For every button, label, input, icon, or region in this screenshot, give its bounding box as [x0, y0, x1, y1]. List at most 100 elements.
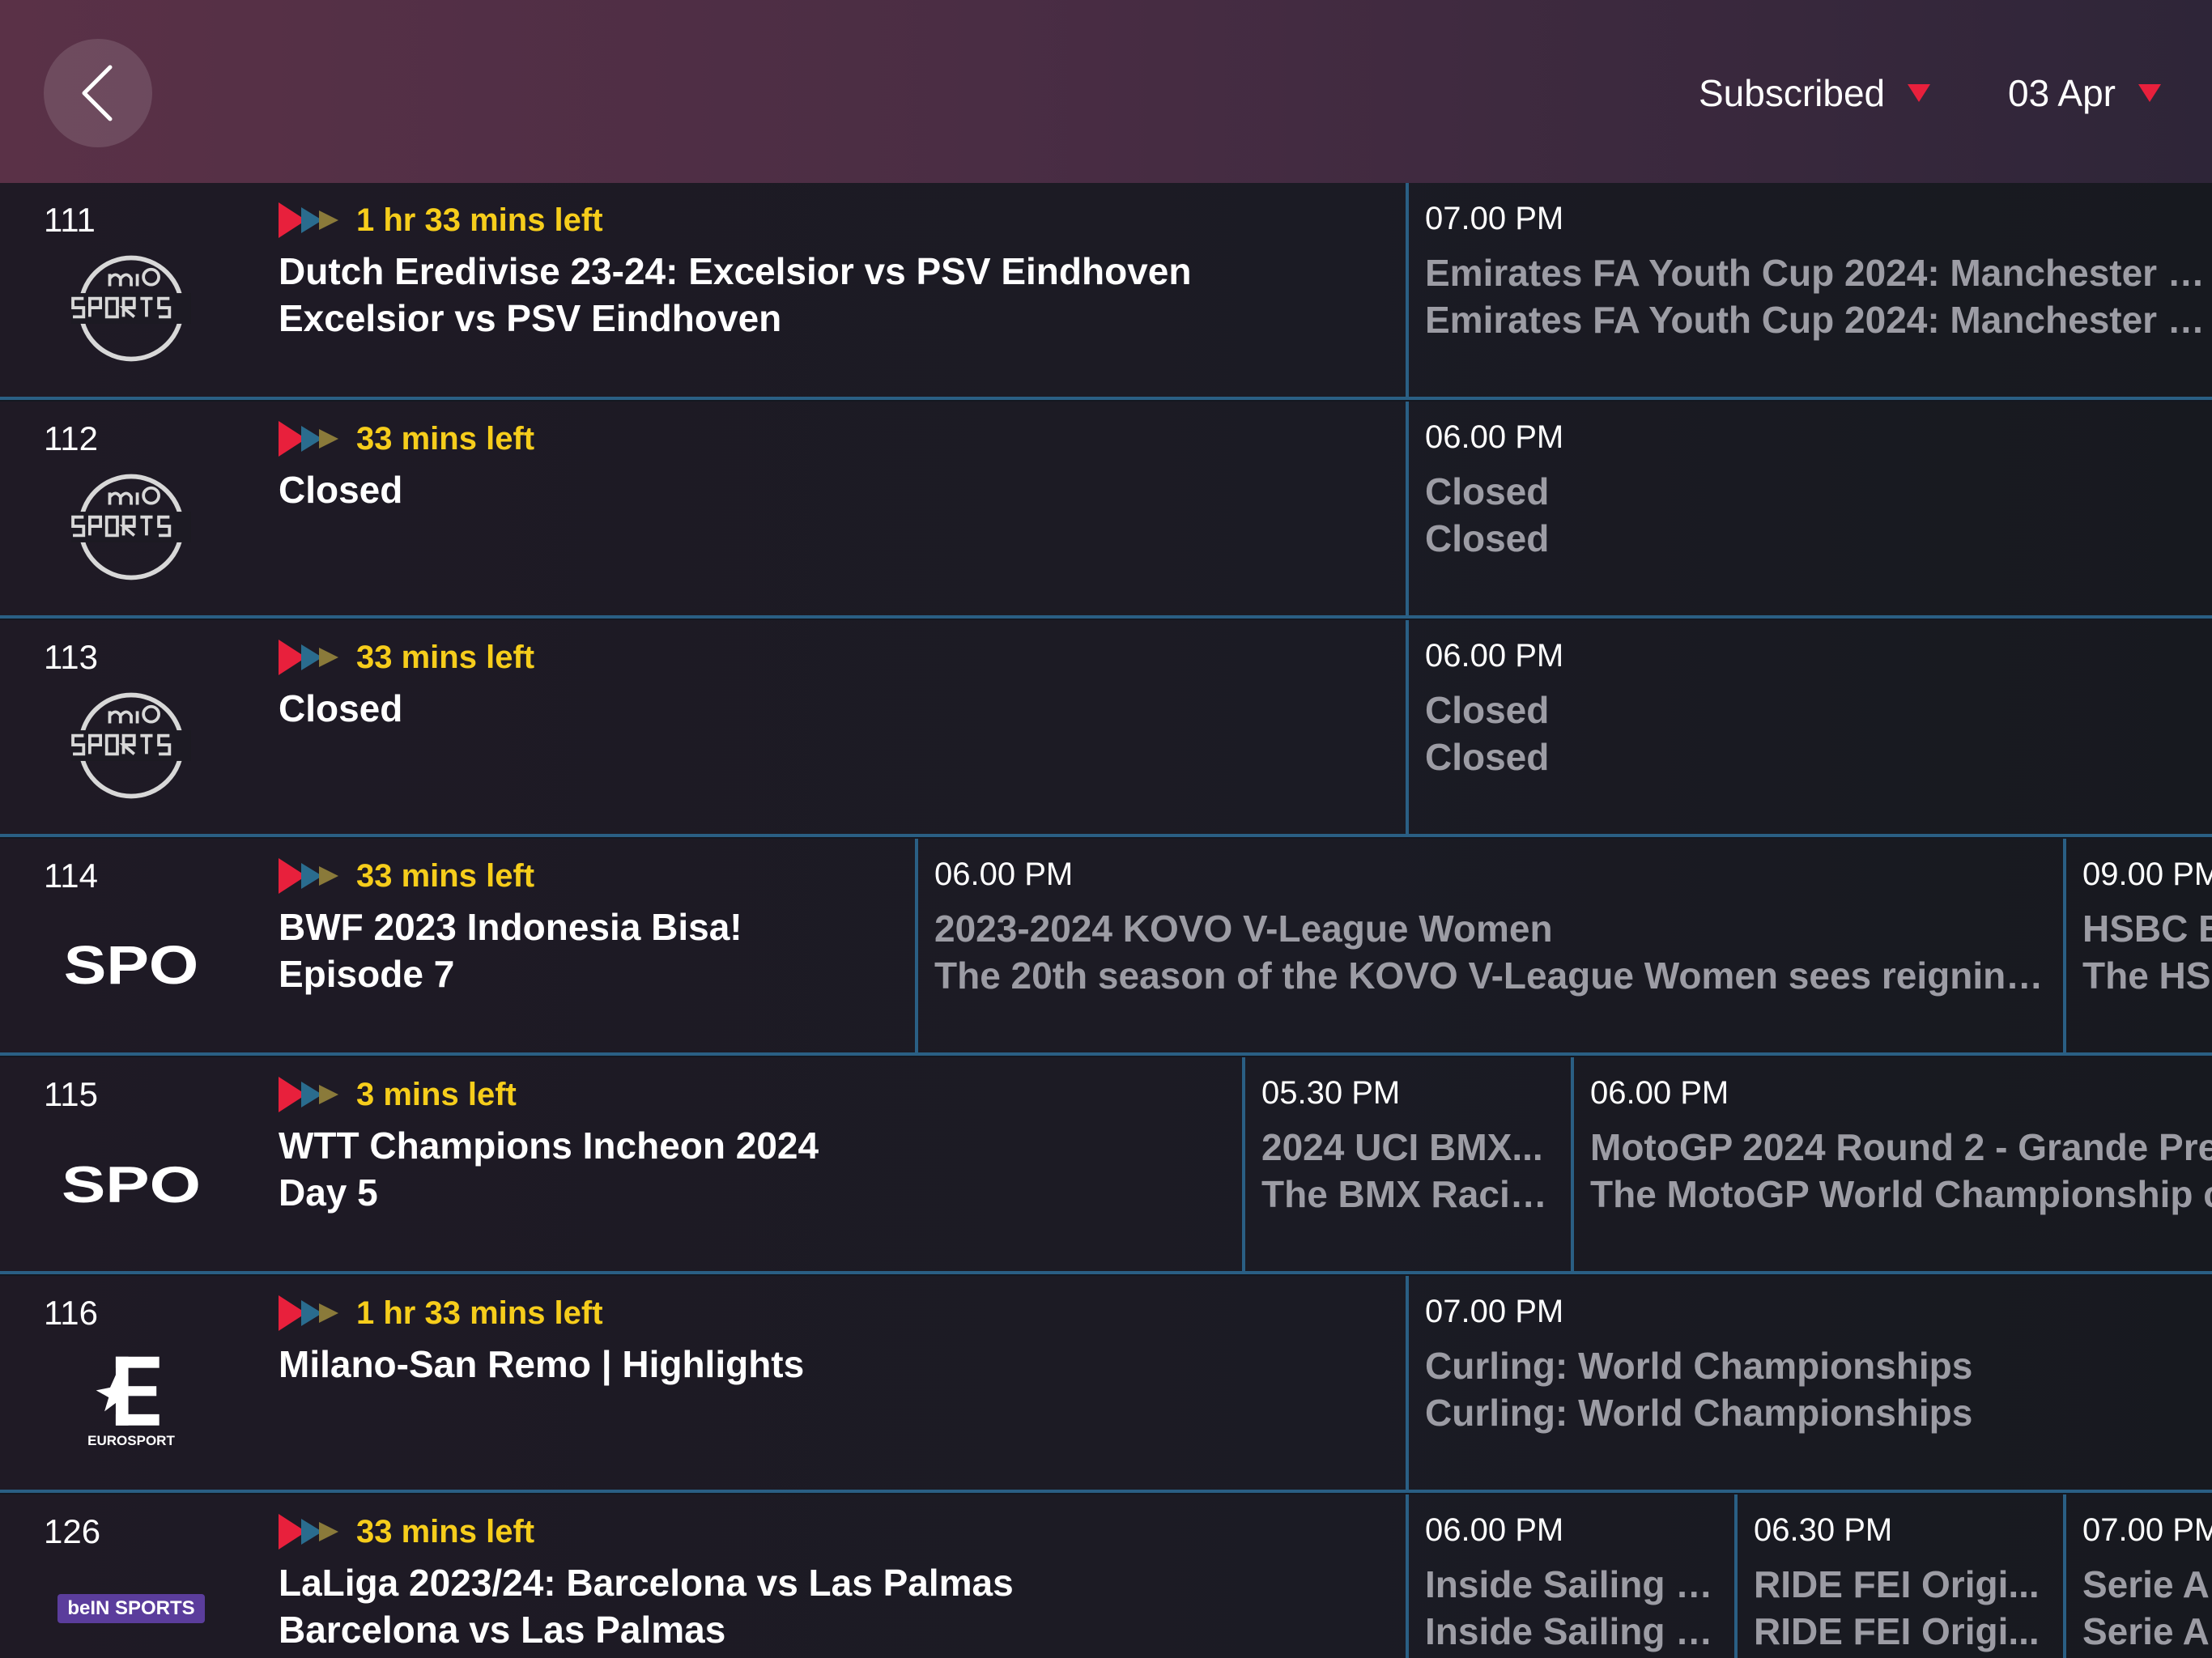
program-title: Emirates FA Youth Cup 2024: Manchester C…	[1425, 252, 2212, 294]
upcoming-program[interactable]: 06.00 PM 2023-2024 KOVO V-League Women T…	[915, 839, 2063, 1052]
channel-number: 116	[44, 1294, 98, 1332]
upcoming-program[interactable]: 07.00 PM Emirates FA Youth Cup 2024: Man…	[1406, 183, 2212, 397]
upcoming-program[interactable]: 06.00 PM Closed Closed	[1406, 402, 2212, 615]
channel-row-114[interactable]: 114 SPO 33 mins left BWF 2023 Indonesia …	[0, 839, 2212, 1056]
program-description: Closed	[1425, 736, 1550, 778]
program-description: Inside Sailing 2...	[1425, 1610, 1725, 1652]
program-description: RIDE FEI Origi...	[1754, 1610, 2040, 1652]
program-title: Dutch Eredivise 23-24: Excelsior vs PSV …	[279, 250, 1192, 292]
now-playing[interactable]: 33 mins left Closed	[279, 416, 534, 513]
dropdown-triangle-icon	[1908, 84, 1931, 102]
program-time: 09.00 PM	[2082, 857, 2212, 892]
filter-dropdown[interactable]: Subscribed	[1699, 65, 1931, 121]
program-subtitle: Barcelona vs Las Palmas	[279, 1609, 726, 1651]
channel-number: 114	[44, 857, 98, 895]
date-dropdown[interactable]: 03 Apr	[2008, 65, 2161, 121]
chevron-left-icon	[82, 65, 113, 121]
now-playing[interactable]: 33 mins left LaLiga 2023/24: Barcelona v…	[279, 1509, 1014, 1653]
filter-dropdown-label: Subscribed	[1699, 72, 1886, 114]
time-left: 33 mins left	[356, 639, 535, 675]
live-arrows-icon	[279, 1514, 338, 1550]
channel-number: 115	[44, 1075, 98, 1113]
eurosport-logo-text: EUROSPORT	[87, 1433, 175, 1448]
time-left: 33 mins left	[356, 1513, 535, 1550]
program-title: Milano-San Remo | Highlights	[279, 1343, 805, 1385]
live-arrows-icon	[279, 858, 338, 894]
program-description: Curling: World Championships	[1425, 1392, 1973, 1434]
svg-text:SPO: SPO	[62, 1157, 201, 1213]
channel-row-126[interactable]: 126 beIN SPORTS 33 mins left LaLiga 2023…	[0, 1494, 2212, 1658]
live-arrows-icon	[279, 1077, 338, 1112]
channel-logo-spotv2: SPO	[47, 1122, 215, 1244]
now-playing[interactable]: 1 hr 33 mins left Milano-San Remo | High…	[279, 1290, 804, 1388]
now-playing[interactable]: 33 mins left BWF 2023 Indonesia Bisa! Ep…	[279, 853, 742, 997]
now-playing[interactable]: 1 hr 33 mins left Dutch Eredivise 23-24:…	[279, 198, 1191, 342]
upcoming-program[interactable]: 07.00 PM Curling: World Championships Cu…	[1406, 1276, 2212, 1490]
channel-logo-bein-sports: beIN SPORTS	[47, 1572, 215, 1645]
program-title: Closed	[1425, 470, 1550, 512]
mio-sports-logo-icon	[71, 692, 191, 799]
program-time: 06.00 PM	[934, 857, 1074, 892]
upcoming-program[interactable]: 06.00 PM Inside Sailing 2... Inside Sail…	[1406, 1494, 1734, 1658]
channel-row-116[interactable]: 116 EUROSPORT 1 hr 33 mins left Milano-S…	[0, 1276, 2212, 1493]
channel-number: 126	[44, 1512, 101, 1550]
program-title: BWF 2023 Indonesia Bisa!	[279, 906, 742, 948]
program-title: RIDE FEI Origi...	[1754, 1563, 2040, 1605]
program-time: 07.00 PM	[2082, 1512, 2212, 1548]
channel-row-115[interactable]: 115 SPO 3 mins left WTT Champions Incheo…	[0, 1057, 2212, 1274]
live-arrows-icon	[279, 1295, 338, 1331]
upcoming-program[interactable]: 06.00 PM MotoGP 2024 Round 2 - Grande Pr…	[1571, 1057, 2212, 1271]
program-time: 06.00 PM	[1590, 1075, 1729, 1111]
upcoming-program[interactable]: 06.00 PM Closed Closed	[1406, 620, 2212, 834]
program-time: 06.30 PM	[1754, 1512, 1893, 1548]
channel-row-113[interactable]: 113 33 mins left Closed 06.00 PM Closed …	[0, 620, 2212, 837]
svg-text:SPO: SPO	[64, 936, 198, 994]
program-title: WTT Champions Incheon 2024	[279, 1124, 819, 1167]
time-left: 1 hr 33 mins left	[356, 202, 603, 238]
program-subtitle: Day 5	[279, 1171, 378, 1214]
program-subtitle: Excelsior vs PSV Eindhoven	[279, 297, 782, 339]
program-description: The 20th season of the KOVO V-League Wom…	[934, 954, 2052, 997]
program-time: 06.00 PM	[1425, 638, 1564, 674]
time-left: 33 mins left	[356, 857, 535, 894]
channel-row-111[interactable]: 111 1 hr 33 mins left Dutch Eredivise 23…	[0, 183, 2212, 400]
program-description: The BMX Racin...	[1261, 1173, 1561, 1215]
upcoming-program[interactable]: 06.30 PM RIDE FEI Origi... RIDE FEI Orig…	[1734, 1494, 2063, 1658]
spotv2-logo-icon: SPO	[62, 1157, 201, 1213]
program-time: 05.30 PM	[1261, 1075, 1401, 1111]
date-dropdown-label: 03 Apr	[2008, 72, 2116, 114]
channel-number: 112	[44, 419, 98, 457]
spotv-logo-icon: SPO	[64, 936, 198, 994]
program-title: 2024 UCI BMX...	[1261, 1126, 1543, 1168]
upcoming-program[interactable]: 07.00 PM Serie A Serie A	[2063, 1494, 2212, 1658]
channel-logo-eurosport: EUROSPORT	[47, 1341, 215, 1462]
channel-logo-mio-sports	[47, 685, 215, 806]
time-left: 3 mins left	[356, 1076, 517, 1112]
program-title: Inside Sailing 2...	[1425, 1563, 1725, 1605]
program-title: MotoGP 2024 Round 2 - Grande Prem	[1590, 1126, 2212, 1168]
upcoming-program[interactable]: 09.00 PM HSBC B The HSE	[2063, 839, 2212, 1052]
channel-row-112[interactable]: 112 33 mins left Closed 06.00 PM Closed …	[0, 402, 2212, 619]
top-bar: Subscribed 03 Apr	[0, 0, 2212, 183]
program-description: Closed	[1425, 517, 1550, 559]
live-arrows-icon	[279, 421, 338, 457]
channel-logo-spotv: SPO	[47, 903, 215, 1025]
live-arrows-icon	[279, 202, 338, 238]
channel-logo-mio-sports	[47, 466, 215, 588]
channel-logo-mio-sports	[47, 248, 215, 369]
program-subtitle: Episode 7	[279, 953, 455, 995]
time-left: 1 hr 33 mins left	[356, 1295, 603, 1331]
channel-number: 113	[44, 638, 98, 676]
upcoming-program[interactable]: 05.30 PM 2024 UCI BMX... The BMX Racin..…	[1242, 1057, 1571, 1271]
program-time: 07.00 PM	[1425, 201, 1564, 236]
now-playing[interactable]: 3 mins left WTT Champions Incheon 2024 D…	[279, 1072, 819, 1216]
back-button[interactable]	[44, 39, 152, 147]
program-title: Serie A	[2082, 1563, 2210, 1605]
program-title: LaLiga 2023/24: Barcelona vs Las Palmas	[279, 1562, 1014, 1604]
program-description: The MotoGP World Championship cr	[1590, 1173, 2212, 1215]
program-time: 07.00 PM	[1425, 1294, 1564, 1329]
dropdown-triangle-icon	[2138, 84, 2161, 102]
program-description: The HSE	[2082, 954, 2212, 997]
program-description: Serie A	[2082, 1610, 2210, 1652]
now-playing[interactable]: 33 mins left Closed	[279, 635, 534, 732]
